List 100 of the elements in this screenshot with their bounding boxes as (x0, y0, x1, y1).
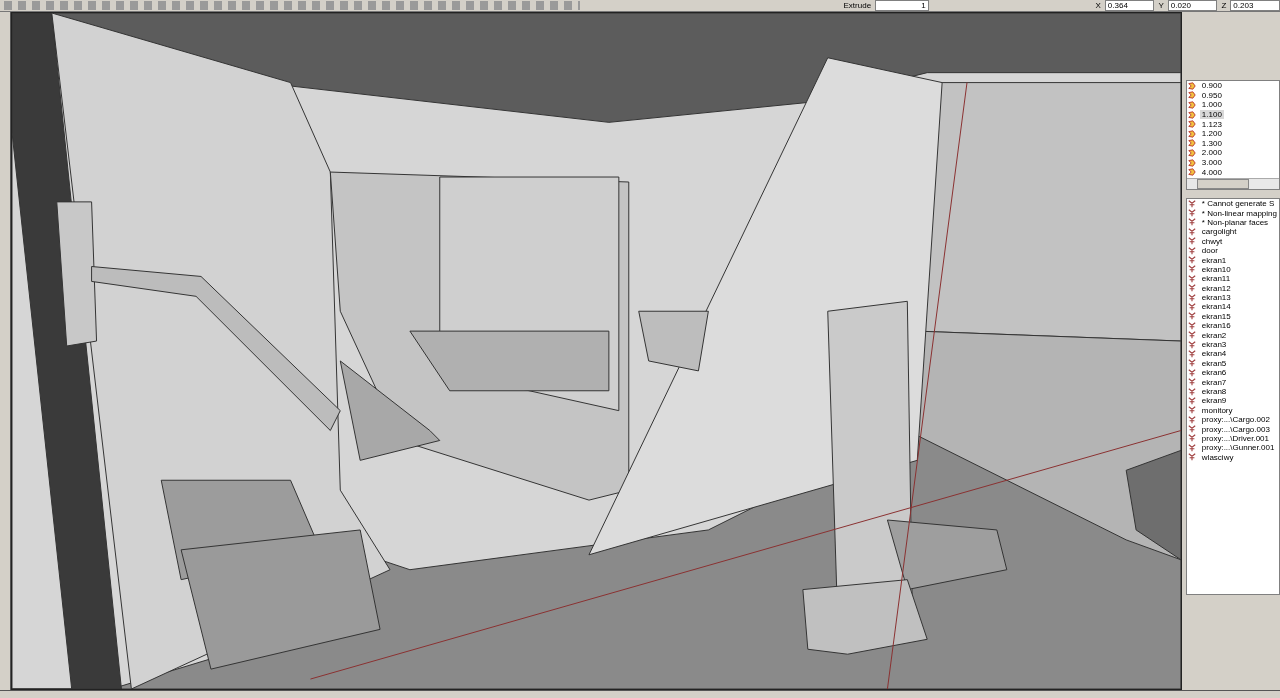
selection-icon (1187, 209, 1196, 218)
selection-item[interactable]: ekran8 (1186, 386, 1279, 397)
lod-item[interactable]: 3.000 (1186, 157, 1279, 168)
lod-item[interactable]: 4.000 (1186, 167, 1279, 177)
selection-label: ekran11 (1200, 274, 1232, 284)
scrollbar[interactable] (1186, 178, 1279, 189)
selection-icon (1187, 246, 1196, 255)
lod-label: 1.000 (1200, 100, 1223, 110)
lod-label: 4.000 (1200, 167, 1223, 177)
selection-item[interactable]: * Non-linear mapping (1186, 208, 1279, 218)
selection-item[interactable]: ekran13 (1186, 292, 1279, 303)
selection-label: chwyt (1200, 236, 1224, 246)
selection-label: ekran14 (1200, 302, 1232, 312)
coordinate-field[interactable]: 0.364 (1104, 0, 1155, 11)
selection-label: proxy:...\Cargo.002 (1200, 415, 1271, 425)
lod-label: 0.900 (1200, 81, 1223, 91)
selection-label: * Non-planar faces (1200, 217, 1269, 227)
selection-icon (1187, 331, 1196, 340)
selection-icon (1187, 312, 1196, 321)
selection-item[interactable]: cargolight (1186, 227, 1279, 237)
selection-icon (1187, 406, 1196, 415)
selection-icon (1187, 199, 1196, 208)
selection-icon (1187, 425, 1196, 434)
selection-icon (1187, 237, 1196, 246)
lod-item[interactable]: 1.000 (1186, 100, 1279, 110)
selection-item[interactable]: monitory (1186, 405, 1279, 415)
selection-item[interactable]: proxy:...\Gunner.001 (1186, 443, 1279, 453)
selection-icon (1187, 218, 1196, 227)
selection-label: ekran13 (1200, 293, 1232, 303)
selection-item[interactable]: wlasciwy (1186, 452, 1279, 462)
lod-item[interactable]: 2.000 (1186, 148, 1279, 158)
selection-item[interactable]: door (1186, 245, 1279, 256)
selection-item[interactable]: ekran4 (1186, 349, 1279, 359)
selection-item[interactable]: proxy:...\Cargo.002 (1186, 415, 1279, 425)
selection-item[interactable]: * Cannot generate S (1186, 199, 1279, 209)
lod-item[interactable]: 1.100 (1186, 109, 1279, 120)
lod-label: 1.200 (1200, 129, 1223, 139)
coordinate-field[interactable]: 0.203 (1230, 0, 1280, 11)
lod-item[interactable]: 0.900 (1186, 81, 1279, 91)
selection-item[interactable]: ekran15 (1186, 311, 1279, 322)
selection-label: ekran6 (1200, 368, 1228, 378)
selection-item[interactable]: ekran16 (1186, 321, 1279, 331)
selection-item[interactable]: ekran2 (1186, 330, 1279, 340)
selection-label: ekran4 (1200, 349, 1228, 359)
coordinate-field[interactable]: 0.020 (1167, 0, 1218, 11)
selection-item[interactable]: * Non-planar faces (1186, 217, 1279, 228)
selection-icon (1187, 293, 1196, 302)
lod-label: 0.950 (1200, 90, 1223, 100)
selection-icon (1187, 378, 1196, 387)
selection-label: ekran12 (1200, 283, 1232, 293)
lod-item[interactable]: 1.200 (1186, 128, 1279, 139)
lod-label: 2.000 (1200, 148, 1223, 158)
selection-label: proxy:...\Driver.001 (1200, 433, 1269, 443)
selection-item[interactable]: ekran6 (1186, 368, 1279, 378)
selection-icon (1187, 396, 1196, 405)
selection-label: * Cannot generate S (1200, 199, 1276, 209)
extrude-field[interactable]: 1 (875, 0, 929, 11)
selection-label: proxy:...\Gunner.001 (1200, 443, 1276, 453)
extrude-label: Extrude (843, 1, 872, 10)
axis-label: Y (1158, 1, 1164, 10)
selection-item[interactable]: proxy:...\Driver.001 (1186, 433, 1279, 444)
selection-label: ekran8 (1200, 387, 1228, 396)
selection-label: ekran2 (1200, 330, 1228, 340)
selection-label: ekran16 (1200, 321, 1232, 331)
selection-label: wlasciwy (1200, 452, 1235, 462)
selection-item[interactable]: ekran7 (1186, 377, 1279, 387)
selection-item[interactable]: ekran5 (1186, 358, 1279, 369)
selection-icon (1187, 443, 1196, 452)
selection-icon (1187, 256, 1196, 265)
selection-label: door (1200, 246, 1219, 256)
selection-item[interactable]: ekran14 (1186, 302, 1279, 312)
selection-label: ekran3 (1200, 340, 1228, 350)
selection-label: proxy:...\Cargo.003 (1200, 424, 1271, 434)
selection-item[interactable]: ekran9 (1186, 396, 1279, 406)
selection-label: ekran15 (1200, 311, 1232, 321)
selection-item[interactable]: ekran10 (1186, 264, 1279, 275)
selection-icon (1187, 284, 1196, 293)
selection-label: cargolight (1200, 227, 1238, 237)
toolbar-icons[interactable] (4, 1, 580, 10)
lod-label: 1.300 (1200, 138, 1223, 148)
selection-label: ekran1 (1200, 255, 1228, 265)
selection-icon (1187, 453, 1196, 462)
lod-item[interactable]: 0.950 (1186, 90, 1279, 101)
lod-item[interactable]: 1.300 (1186, 138, 1279, 149)
selection-icon (1187, 415, 1196, 424)
selection-item[interactable]: ekran11 (1186, 274, 1279, 284)
selection-icon (1187, 349, 1196, 358)
selection-item[interactable]: ekran12 (1186, 283, 1279, 293)
selection-label: ekran9 (1200, 396, 1228, 406)
selection-item[interactable]: proxy:...\Cargo.003 (1186, 424, 1279, 434)
selection-icon (1187, 265, 1196, 274)
selection-icon (1187, 359, 1196, 368)
selection-label: * Non-linear mapping (1200, 208, 1278, 218)
axis-label: X (1095, 1, 1101, 10)
selection-item[interactable]: ekran1 (1186, 255, 1279, 265)
lod-item[interactable]: 1.123 (1186, 119, 1279, 129)
selection-item[interactable]: ekran3 (1186, 339, 1279, 350)
selection-item[interactable]: chwyt (1186, 236, 1279, 246)
selection-label: monitory (1200, 405, 1234, 415)
lod-label: 1.123 (1200, 119, 1223, 129)
